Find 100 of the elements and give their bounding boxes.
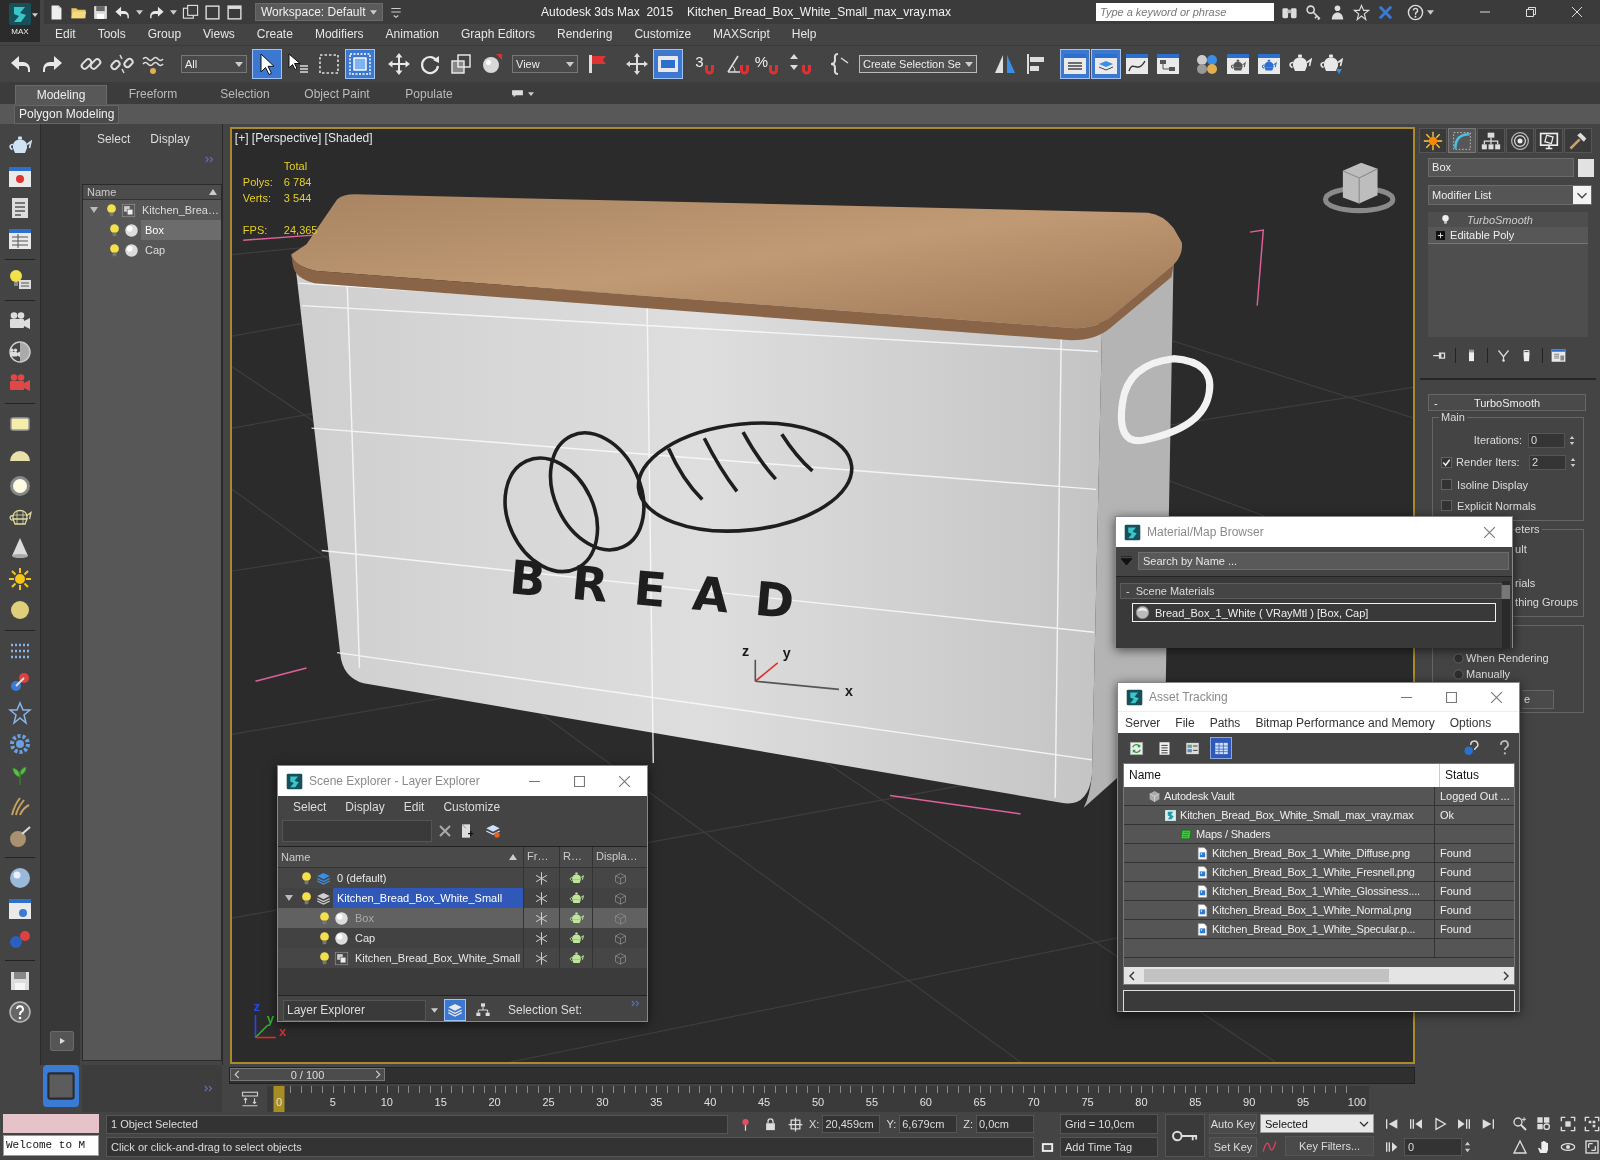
cursor-button[interactable] (252, 49, 282, 79)
object-name-field[interactable]: Box (1428, 158, 1575, 177)
curve-window-icon[interactable] (241, 1090, 259, 1108)
frame-corners-icon[interactable] (1560, 1116, 1576, 1132)
plus-box-icon[interactable] (1436, 230, 1446, 240)
light-bulb-icon[interactable] (317, 930, 332, 946)
coordinate-field[interactable]: 6,679cm (899, 1115, 958, 1133)
menu-item[interactable]: Customize (443, 800, 501, 814)
menu-item[interactable]: Edit (44, 24, 87, 45)
save-icon[interactable] (92, 3, 109, 21)
update-button[interactable]: e (1522, 690, 1555, 709)
column-header[interactable]: Status (1440, 764, 1514, 787)
balls-icon[interactable] (8, 670, 32, 694)
star-icon[interactable] (1353, 3, 1370, 21)
dropdown[interactable]: Create Selection Se (859, 55, 977, 73)
caret-icon[interactable] (136, 9, 143, 15)
snap-toggle-button[interactable]: 3 (692, 49, 722, 79)
panel-tab[interactable] (1419, 128, 1448, 153)
picture-window-icon[interactable] (8, 165, 32, 189)
horizontal-scrollbar[interactable] (1124, 967, 1514, 984)
coordinate-field[interactable]: 20,459cm (822, 1115, 881, 1133)
workspace-dropdown[interactable]: Workspace: Default (255, 3, 383, 21)
asset-name[interactable]: Autodesk Vault (1164, 790, 1235, 802)
search-field[interactable] (282, 820, 432, 842)
menu-item[interactable]: Rendering (546, 24, 624, 45)
light-bulb-icon[interactable] (317, 910, 332, 926)
modifier-stack-item[interactable]: TurboSmooth (1428, 212, 1589, 227)
layer-add-icon[interactable] (460, 823, 476, 839)
caret-icon[interactable] (170, 9, 177, 15)
tree-item[interactable]: Kitchen_Bread_Box_White_Small (333, 888, 523, 908)
ribbon-panel-button[interactable]: Polygon Modeling (14, 104, 120, 124)
auto-key-button[interactable]: Auto Key (1209, 1114, 1257, 1134)
next-frame-icon[interactable] (1456, 1116, 1472, 1132)
brush-icon[interactable] (8, 825, 32, 849)
person-icon[interactable] (1329, 3, 1346, 21)
menu-item[interactable]: Create (245, 24, 304, 45)
column-header[interactable]: Name (278, 847, 523, 867)
previous-frame-icon[interactable] (1408, 1116, 1424, 1132)
light-bulb-icon[interactable] (317, 950, 332, 966)
window-icon[interactable] (1551, 347, 1567, 363)
ribbon-tab[interactable]: Object Paint (291, 85, 383, 104)
light-bulb-icon[interactable] (1440, 214, 1452, 225)
windows-icon[interactable] (182, 3, 199, 21)
time-tag-button[interactable]: Add Time Tag (1060, 1137, 1158, 1157)
skip-end-icon[interactable] (1480, 1116, 1496, 1132)
window-icon[interactable] (8, 897, 32, 921)
grid-magnifier-icon[interactable] (1536, 1116, 1552, 1132)
panel-tab[interactable] (1506, 128, 1535, 153)
layers-icon[interactable] (485, 823, 501, 839)
asset-name[interactable]: Kitchen_Bread_Box_1_White_Diffuse.png (1212, 847, 1410, 859)
track-bar[interactable]: 0 5 10 15 20 25 30 35 40 45 50 55 60 65 70 75 80 85 90 95 100 (267, 1086, 1369, 1112)
spinner-arrows-icon[interactable] (1464, 1141, 1471, 1153)
maximize-icon[interactable] (1584, 1139, 1600, 1155)
transform-mode-icon[interactable] (788, 1116, 803, 1132)
viewport-label[interactable]: [+] [Perspective] [Shaded] (234, 131, 373, 145)
teapot-icon[interactable] (568, 890, 584, 906)
light-bulb-icon[interactable] (299, 890, 314, 906)
radio-button[interactable] (1453, 668, 1465, 680)
column-header[interactable]: Name (1124, 764, 1440, 787)
teapot-icon[interactable] (568, 910, 584, 926)
column-header[interactable]: Displa… (592, 847, 647, 867)
list-window-button[interactable] (1060, 49, 1090, 79)
dropdown[interactable]: All (181, 55, 247, 73)
skip-start-icon[interactable] (1384, 1116, 1400, 1132)
teapot-icon[interactable] (568, 950, 584, 966)
menu-item[interactable]: Group (136, 24, 193, 45)
asset-name[interactable]: Kitchen_Bread_Box_White_Small_max_vray.max (1180, 809, 1414, 821)
mini-window-button[interactable] (43, 1065, 79, 1107)
number-field[interactable]: 2 (1529, 454, 1567, 470)
caret-icon[interactable] (1427, 9, 1434, 15)
snowflake-icon[interactable] (534, 870, 549, 886)
teapot-icon[interactable] (568, 930, 584, 946)
column-header[interactable]: R… (559, 847, 592, 867)
tree-item[interactable]: Cap (140, 240, 221, 260)
ring-sphere-icon[interactable] (8, 474, 32, 498)
key-icon[interactable] (1305, 3, 1322, 21)
window-button[interactable] (653, 49, 683, 79)
ribbon-tab[interactable]: Selection (199, 85, 291, 104)
rollout-header[interactable]: - TurboSmooth (1428, 394, 1586, 411)
search-field[interactable]: Search by Name ... (1138, 551, 1509, 570)
menu-item[interactable]: File (1175, 715, 1195, 730)
menu-item[interactable]: Display (150, 132, 190, 146)
view-cube-icon[interactable] (1322, 162, 1396, 214)
save-icon[interactable] (8, 969, 32, 993)
column-header[interactable]: Fr… (523, 847, 559, 867)
menu-item[interactable]: Display (345, 800, 385, 814)
menu-item[interactable]: Graph Editors (449, 24, 546, 45)
menu-item[interactable]: Animation (374, 24, 450, 45)
asset-name[interactable]: Maps / Shaders (1196, 828, 1271, 840)
caret-icon[interactable] (431, 1007, 438, 1013)
dropdown[interactable]: View (512, 55, 578, 73)
color-swatch-icon[interactable] (1578, 158, 1595, 177)
layers-window-button[interactable] (1091, 49, 1121, 79)
cross-icon[interactable] (1377, 3, 1394, 21)
snowflake-icon[interactable] (534, 910, 549, 926)
play-icon[interactable] (1432, 1116, 1448, 1132)
scroll-right-icon[interactable] (1503, 970, 1509, 981)
wire-box-icon[interactable] (612, 930, 628, 946)
tree-item[interactable]: Box (140, 220, 221, 240)
checkbox[interactable] (1441, 456, 1453, 468)
